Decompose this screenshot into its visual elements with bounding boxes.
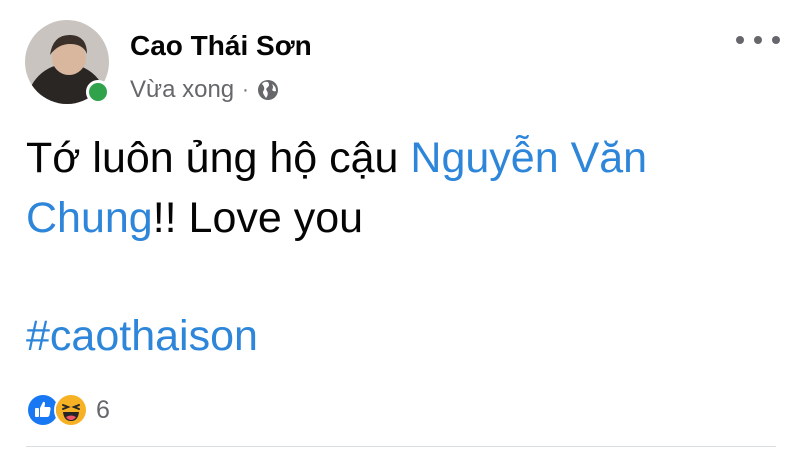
haha-icon xyxy=(54,393,88,427)
post-content: Tớ luôn ủng hộ cậu Nguyễn Văn Chung!! Lo… xyxy=(26,128,786,248)
post-text-end: !! Love you xyxy=(152,194,364,242)
reaction-count: 6 xyxy=(96,395,110,424)
more-dot-icon xyxy=(736,36,744,44)
post-text: Tớ luôn ủng hộ cậu xyxy=(26,134,411,182)
globe-icon[interactable] xyxy=(256,78,280,102)
facebook-post: Cao Thái Sơn Vừa xong · Tớ luôn ủng hộ c… xyxy=(0,0,800,457)
more-dot-icon xyxy=(754,36,762,44)
post-timestamp[interactable]: Vừa xong xyxy=(130,76,234,104)
online-status-indicator xyxy=(86,80,110,104)
more-options-button[interactable] xyxy=(736,28,780,52)
more-dot-icon xyxy=(772,36,780,44)
author-name[interactable]: Cao Thái Sơn xyxy=(130,30,312,62)
meta-separator: · xyxy=(242,78,249,101)
divider xyxy=(26,446,776,447)
post-meta: Vừa xong · xyxy=(130,76,280,104)
reactions-summary[interactable]: 6 xyxy=(26,392,110,428)
hashtag-link[interactable]: #caothaison xyxy=(26,306,258,366)
